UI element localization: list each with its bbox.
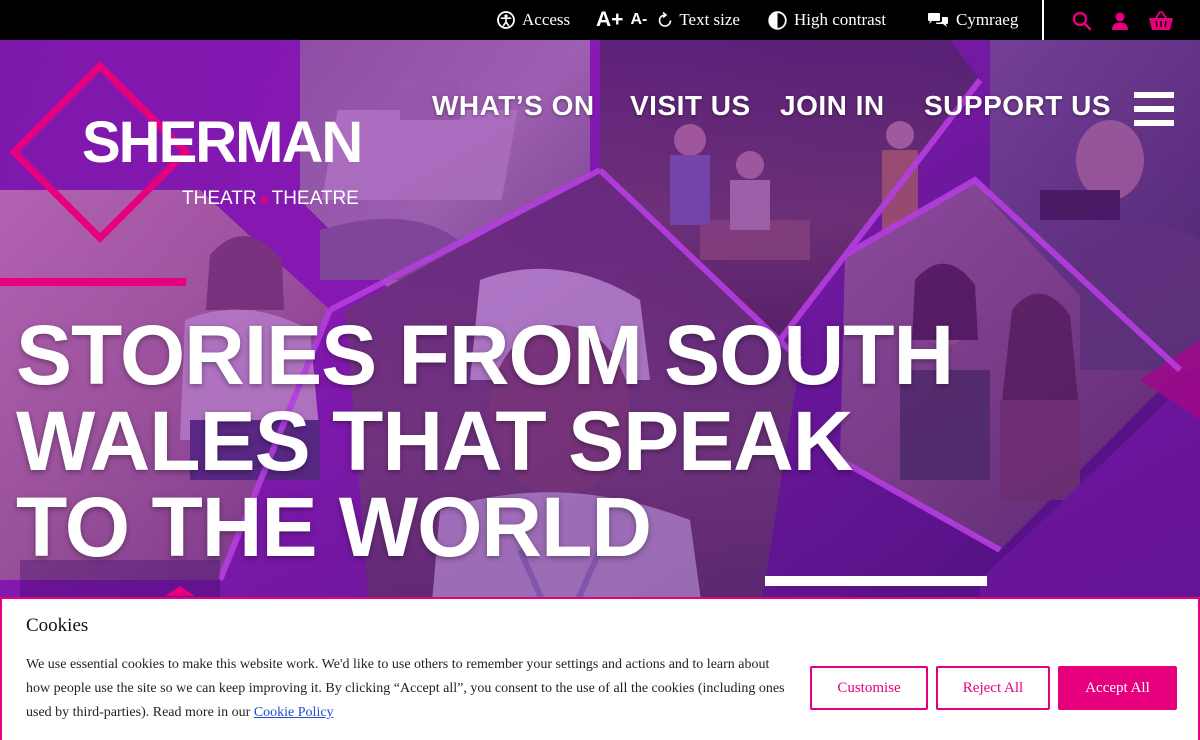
customise-button[interactable]: Customise (810, 666, 928, 710)
headline-line-3: TO THE WORLD (16, 480, 652, 574)
search-icon[interactable] (1069, 8, 1095, 34)
accent-stripe-pink (0, 278, 186, 286)
topbar-divider (1042, 0, 1044, 40)
logo-dot (260, 195, 268, 203)
nav-item-visit-us[interactable]: VISIT US (630, 90, 751, 122)
user-icon[interactable] (1107, 8, 1133, 34)
text-size-increase[interactable]: A+ (596, 8, 623, 32)
cookie-body: We use essential cookies to make this we… (26, 657, 785, 720)
high-contrast-label: High contrast (794, 10, 887, 29)
logo-subtitle: THEATR THEATRE (182, 188, 359, 210)
cookie-text: We use essential cookies to make this we… (26, 653, 786, 725)
contrast-icon (768, 10, 787, 30)
hero-headline: STORIES FROM SOUTH WALES THAT SPEAK TO T… (16, 308, 954, 574)
text-size-control[interactable]: A+ A- Text size (596, 0, 740, 40)
nav-item-join-in[interactable]: JOIN IN (780, 90, 885, 122)
sherman-theatre-logo[interactable]: SHERMAN THEATR THEATRE (14, 62, 374, 222)
cookie-policy-link[interactable]: Cookie Policy (254, 705, 334, 720)
nav-item-support-us[interactable]: SUPPORT US (924, 90, 1111, 122)
text-size-decrease[interactable]: A- (630, 11, 647, 29)
basket-icon[interactable] (1146, 8, 1176, 34)
high-contrast-toggle[interactable]: High contrast (768, 0, 886, 40)
language-label: Cymraeg (956, 10, 1019, 29)
cookie-title: Cookies (26, 615, 89, 636)
menu-icon[interactable] (1134, 92, 1174, 126)
text-size-label: Text size (679, 10, 740, 29)
accessibility-icon (497, 11, 515, 29)
accept-all-button[interactable]: Accept All (1058, 666, 1177, 710)
access-label: Access (522, 10, 571, 29)
logo-wordmark: SHERMAN (82, 110, 363, 175)
refresh-icon[interactable] (658, 12, 672, 28)
access-link[interactable]: Access (497, 0, 570, 40)
accent-stripe-white (765, 576, 987, 586)
headline-line-2: WALES THAT SPEAK (16, 394, 853, 488)
logo-sub-english: THEATRE (271, 188, 359, 209)
speech-bubbles-icon (927, 12, 949, 29)
nav-item-whats-on[interactable]: WHAT’S ON (432, 90, 595, 122)
utility-bar: Access A+ A- Text size High contrast Cym… (0, 0, 1200, 40)
headline-line-1: STORIES FROM SOUTH (16, 308, 954, 402)
cookie-banner: Cookies We use essential cookies to make… (0, 597, 1200, 740)
logo-sub-welsh: THEATR (182, 188, 257, 209)
reject-all-button[interactable]: Reject All (936, 666, 1050, 710)
language-toggle[interactable]: Cymraeg (927, 0, 1018, 40)
